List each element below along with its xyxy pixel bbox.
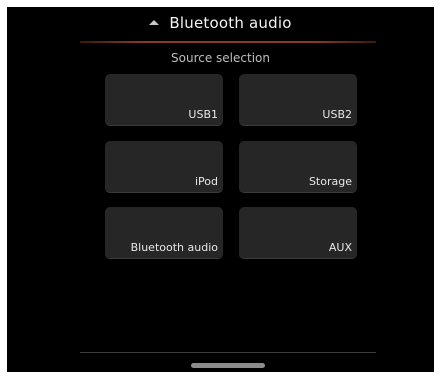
source-tile-label: Storage [308,175,352,188]
source-tile-label: USB2 [322,108,352,121]
bottom-divider [80,352,376,353]
chevron-up-icon[interactable] [149,20,160,25]
header-title: Bluetooth audio [169,14,292,32]
source-selection-subtitle: Source selection [171,51,270,65]
source-tile-label: AUX [328,241,352,254]
header-divider [80,41,376,43]
source-tile-aux[interactable]: AUX [239,207,357,259]
header[interactable]: Bluetooth audio [7,7,434,39]
source-tile-label: USB1 [188,108,218,121]
source-tile-usb1[interactable]: USB1 [105,74,223,126]
source-selection-screen: Bluetooth audio Source selection USB1 US… [7,7,434,372]
source-tile-bluetooth-audio[interactable]: Bluetooth audio [105,207,223,259]
source-tile-label: Bluetooth audio [130,241,218,254]
source-tile-label: iPod [194,175,218,188]
drag-handle[interactable] [191,363,265,368]
source-tile-usb2[interactable]: USB2 [239,74,357,126]
source-tile-storage[interactable]: Storage [239,141,357,193]
source-tile-ipod[interactable]: iPod [105,141,223,193]
